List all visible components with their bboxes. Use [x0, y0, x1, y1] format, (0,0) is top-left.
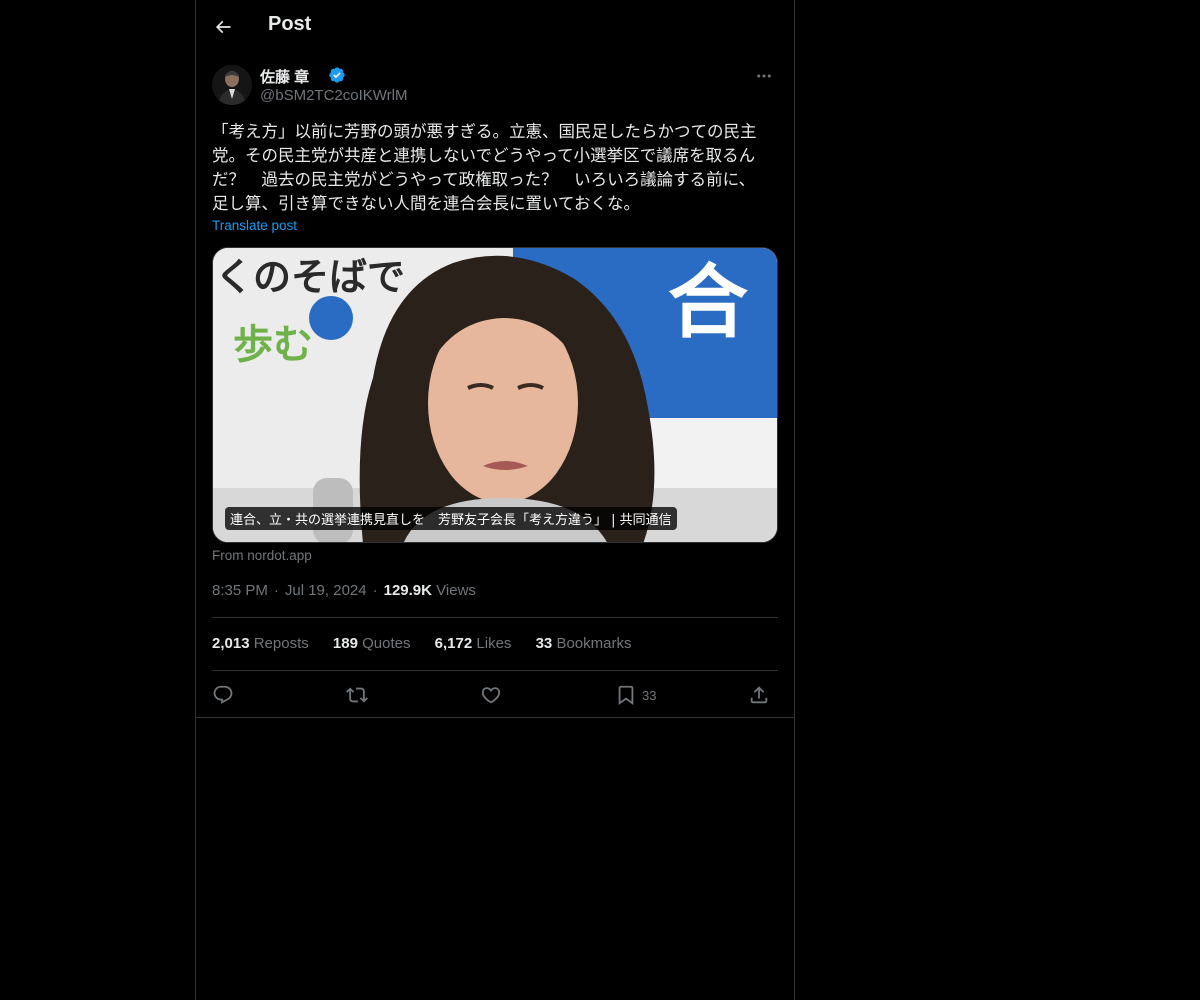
post-text: 「考え方」以前に芳野の頭が悪すぎる。立憲、国民足したらかつての民主 党。その民主… [212, 122, 757, 213]
bookmark-button[interactable]: 33 [615, 680, 656, 710]
meta-separator: · [372, 582, 378, 599]
author-row: 佐藤 章 @bSM2TC2coIKWrlM [212, 64, 778, 108]
views-count: 129.9K [383, 582, 432, 599]
reposts-stat[interactable]: 2,013 Reposts [212, 635, 309, 652]
views-label: Views [436, 582, 476, 599]
repost-button[interactable] [346, 680, 368, 710]
post-column: Post 佐藤 章 @bSM2TC2coIKWrlM 「考え方」以前に芳野の頭が… [195, 0, 795, 1000]
verified-badge-icon [329, 67, 345, 83]
likes-stat[interactable]: 6,172 Likes [435, 635, 512, 652]
author-display-name[interactable]: 佐藤 章 [260, 66, 309, 87]
bookmark-icon [618, 685, 634, 706]
back-arrow-icon [215, 20, 231, 34]
link-card-caption: 連合、立・共の選挙連携見直しを 芳野友子会長「考え方違う」 | 共同通信 [225, 507, 677, 530]
divider [212, 670, 778, 671]
heart-icon [481, 687, 501, 704]
repost-icon [346, 687, 368, 703]
bookmarks-stat[interactable]: 33 Bookmarks [536, 635, 632, 652]
post-date[interactable]: Jul 19, 2024 [285, 582, 367, 599]
back-button[interactable] [206, 10, 240, 44]
bookmark-count: 33 [642, 687, 657, 703]
more-icon [757, 74, 771, 78]
quotes-stat[interactable]: 189 Quotes [333, 635, 411, 652]
divider [212, 617, 778, 618]
link-source[interactable]: From nordot.app [212, 548, 312, 563]
post-meta: 8:35 PM · Jul 19, 2024 · 129.9K Views [212, 582, 476, 599]
action-bar: 33 [212, 680, 778, 710]
background-sign-text-1: くのそばで [215, 255, 405, 299]
avatar[interactable] [212, 65, 252, 105]
background-sign-text-3: 合 [668, 256, 748, 349]
engagement-stats: 2,013 Reposts 189 Quotes 6,172 Likes 33 … [212, 635, 651, 652]
author-handle[interactable]: @bSM2TC2coIKWrlM [260, 87, 407, 104]
share-icon [750, 686, 768, 704]
like-button[interactable] [480, 680, 502, 710]
post-header: Post [196, 0, 794, 54]
reply-icon [213, 685, 233, 704]
post-bottom-border [196, 717, 794, 718]
reply-button[interactable] [212, 680, 234, 710]
more-options-button[interactable] [750, 64, 778, 88]
meta-separator: · [273, 582, 279, 599]
post-time[interactable]: 8:35 PM [212, 582, 268, 599]
background-sign-text-2: 歩む [233, 322, 313, 368]
share-button[interactable] [748, 680, 770, 710]
page-title: Post [268, 13, 312, 35]
link-card-image[interactable]: くのそばで 歩む 合 連合、立・共の選挙連携見直しを 芳野友子会長「考え方違う」… [212, 247, 778, 543]
translate-post-link[interactable]: Translate post [212, 218, 297, 233]
